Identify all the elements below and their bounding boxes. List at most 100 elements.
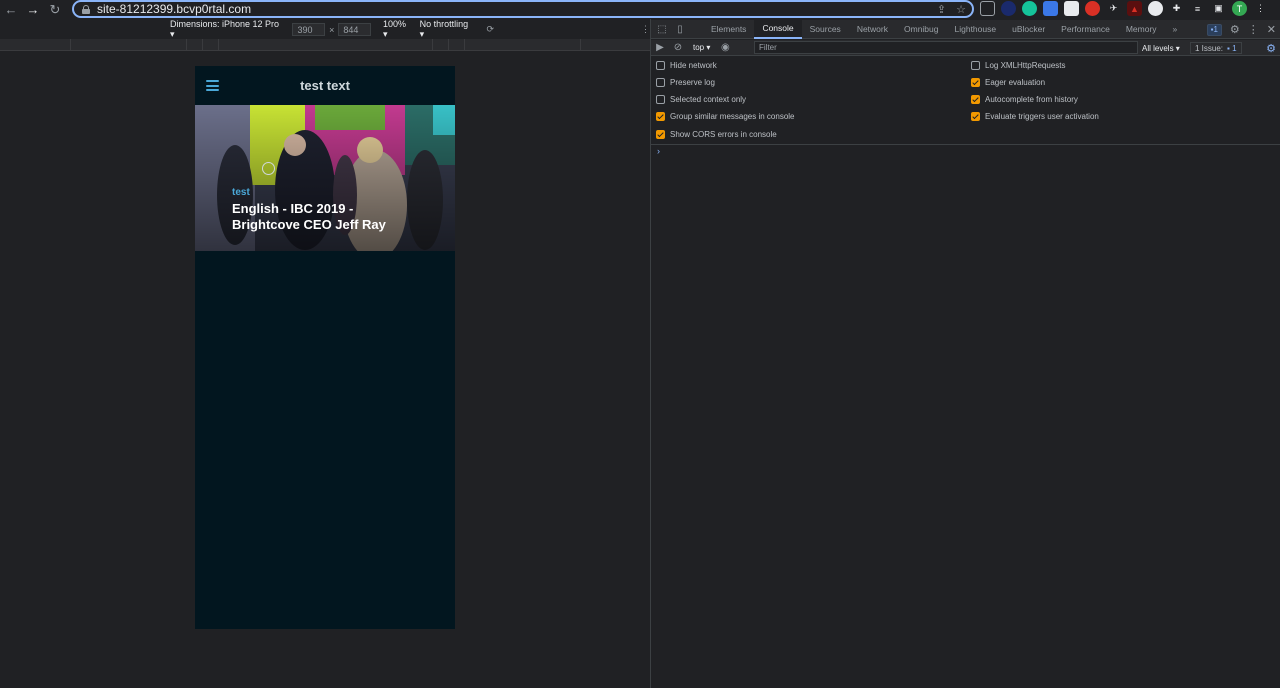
checkbox-icon[interactable] <box>656 61 665 70</box>
option-log-xmlhttprequests[interactable]: Log XMLHttpRequests <box>971 61 1066 70</box>
tab-memory[interactable]: Memory <box>1118 20 1165 39</box>
option-selected-context-only[interactable]: Selected context only <box>656 95 746 104</box>
devtools-more-icon[interactable]: ⋮ <box>1248 23 1259 36</box>
tab-lighthouse[interactable]: Lighthouse <box>947 20 1005 39</box>
lock-icon <box>82 4 90 14</box>
extension-icon[interactable] <box>1064 1 1079 16</box>
zoom-label: 100% <box>383 19 407 29</box>
extension-icon[interactable] <box>1148 1 1163 16</box>
tab-sources[interactable]: Sources <box>802 20 849 39</box>
issues-badge-count: 1 <box>1213 25 1218 34</box>
site-header: test text <box>195 66 455 105</box>
console-filter-input[interactable]: Filter <box>754 41 1138 54</box>
tab-performance[interactable]: Performance <box>1053 20 1118 39</box>
url-text: site-81212399.bcvp0rtal.com <box>97 2 252 16</box>
device-dimensions-label: Dimensions: iPhone 12 Pro <box>170 19 280 29</box>
tab-omnibug[interactable]: Omnibug <box>896 20 947 39</box>
extension-icon[interactable] <box>1043 1 1058 16</box>
log-levels-select[interactable]: All levels ▾ <box>1142 40 1180 56</box>
site-title: test text <box>300 78 350 93</box>
devtools-settings-icon[interactable]: ⚙ <box>1230 23 1240 36</box>
address-bar[interactable]: site-81212399.bcvp0rtal.com ⇪ ☆ <box>72 0 974 18</box>
console-toolbar: ▶ ⊘ top ▾ ◉ Filter All levels ▾ 1 Issue:… <box>651 40 1280 56</box>
issues-badge[interactable]: ▪ 1 <box>1206 23 1222 36</box>
hero-video-title[interactable]: English - IBC 2019 - Brightcove CEO Jeff… <box>232 201 422 233</box>
side-panel-icon[interactable]: ▣ <box>1211 1 1226 16</box>
sidebar-toggle-icon[interactable]: ▶ <box>651 38 669 57</box>
clear-console-icon[interactable]: ⊘ <box>669 38 687 57</box>
option-group-similar[interactable]: Group similar messages in console <box>656 112 795 121</box>
checkbox-checked-icon[interactable] <box>971 112 980 121</box>
tab-console[interactable]: Console <box>754 19 802 39</box>
play-indicator-icon[interactable] <box>262 162 275 175</box>
issues-count: 1 <box>1232 43 1237 53</box>
share-icon[interactable]: ⇪ <box>937 3 946 16</box>
issues-counter[interactable]: 1 Issue: ▪ 1 <box>1190 42 1242 54</box>
context-select[interactable]: top ▾ <box>693 43 710 52</box>
option-label: Log XMLHttpRequests <box>985 61 1066 70</box>
device-toggle-icon[interactable]: ▯ <box>671 20 689 39</box>
option-show-cors-errors[interactable]: Show CORS errors in console <box>656 130 777 139</box>
option-evaluate-triggers[interactable]: Evaluate triggers user activation <box>971 112 1099 121</box>
console-settings-icon[interactable]: ⚙ <box>1266 42 1276 55</box>
device-more-icon[interactable]: ⋮ <box>641 24 650 35</box>
checkbox-checked-icon[interactable] <box>656 130 665 139</box>
checkbox-icon[interactable] <box>656 78 665 87</box>
kebab-menu-icon[interactable]: ⋮ <box>1253 1 1268 16</box>
bookmark-star-icon[interactable]: ☆ <box>956 3 966 16</box>
forward-arrow-icon[interactable]: → <box>22 0 44 19</box>
tab-network[interactable]: Network <box>849 20 896 39</box>
extension-icon[interactable] <box>1085 1 1100 16</box>
rotate-icon[interactable]: ⟳ <box>486 24 494 35</box>
device-dimensions-select[interactable]: Dimensions: iPhone 12 Pro ▾ <box>170 19 280 40</box>
devtools-close-icon[interactable]: ✕ <box>1267 23 1276 36</box>
issues-label: 1 Issue: <box>1195 43 1224 53</box>
devtools-tabbar: ⬚ ▯ Elements Console Sources Network Omn… <box>651 19 1280 39</box>
throttling-label: No throttling <box>419 19 469 29</box>
option-eager-evaluation[interactable]: Eager evaluation <box>971 78 1045 87</box>
tab-elements[interactable]: Elements <box>703 20 754 39</box>
throttling-select[interactable]: No throttling ▾ <box>420 19 473 40</box>
option-autocomplete-history[interactable]: Autocomplete from history <box>971 95 1078 104</box>
extension-icon[interactable] <box>1001 1 1016 16</box>
device-width-input[interactable]: 390 <box>292 23 326 36</box>
option-preserve-log[interactable]: Preserve log <box>656 78 715 87</box>
checkbox-checked-icon[interactable] <box>971 95 980 104</box>
option-label: Autocomplete from history <box>985 95 1078 104</box>
inspect-element-icon[interactable]: ⬚ <box>653 20 671 39</box>
media-query-ruler <box>0 39 650 51</box>
extension-icon[interactable] <box>980 1 995 16</box>
option-label: Group similar messages in console <box>670 112 795 121</box>
back-arrow-icon[interactable]: ← <box>0 0 22 19</box>
reload-icon[interactable]: ↻ <box>44 0 66 19</box>
extensions-bar: ✈ ▲ ✚ ≡ ▣ T ⋮ <box>980 1 1268 16</box>
checkbox-checked-icon[interactable] <box>971 78 980 87</box>
emulated-page: test text test English - IBC 2019 - Brig… <box>195 66 455 629</box>
live-expression-eye-icon[interactable]: ◉ <box>716 38 734 57</box>
checkbox-checked-icon[interactable] <box>656 112 665 121</box>
device-height-input[interactable]: 844 <box>338 23 371 36</box>
option-label: Selected context only <box>670 95 747 104</box>
extension-icon[interactable]: ✈ <box>1106 1 1121 16</box>
option-label: Eager evaluation <box>985 78 1046 87</box>
hero-video-card[interactable]: test English - IBC 2019 - Brightcove CEO… <box>195 105 455 251</box>
context-label: top <box>693 43 705 52</box>
option-hide-network[interactable]: Hide network <box>656 61 717 70</box>
zoom-select[interactable]: 100% ▾ <box>383 19 412 40</box>
hero-category-label[interactable]: test <box>232 187 250 198</box>
option-label: Preserve log <box>670 78 715 87</box>
checkbox-icon[interactable] <box>656 95 665 104</box>
option-label: Hide network <box>670 61 717 70</box>
log-levels-label: All levels <box>1142 43 1174 53</box>
tab-ublocker[interactable]: uBlocker <box>1004 20 1053 39</box>
more-tabs-icon[interactable]: » <box>1165 20 1186 39</box>
grammarly-icon[interactable] <box>1022 1 1037 16</box>
puzzle-icon[interactable]: ✚ <box>1169 1 1184 16</box>
hamburger-menu-icon[interactable] <box>206 80 219 91</box>
checkbox-icon[interactable] <box>971 61 980 70</box>
issues-count-badge: ▪ 1 <box>1227 43 1237 53</box>
extension-icon[interactable]: ▲ <box>1127 1 1142 16</box>
reading-list-icon[interactable]: ≡ <box>1190 1 1205 16</box>
console-prompt[interactable]: › <box>657 146 660 156</box>
profile-avatar[interactable]: T <box>1232 1 1247 16</box>
